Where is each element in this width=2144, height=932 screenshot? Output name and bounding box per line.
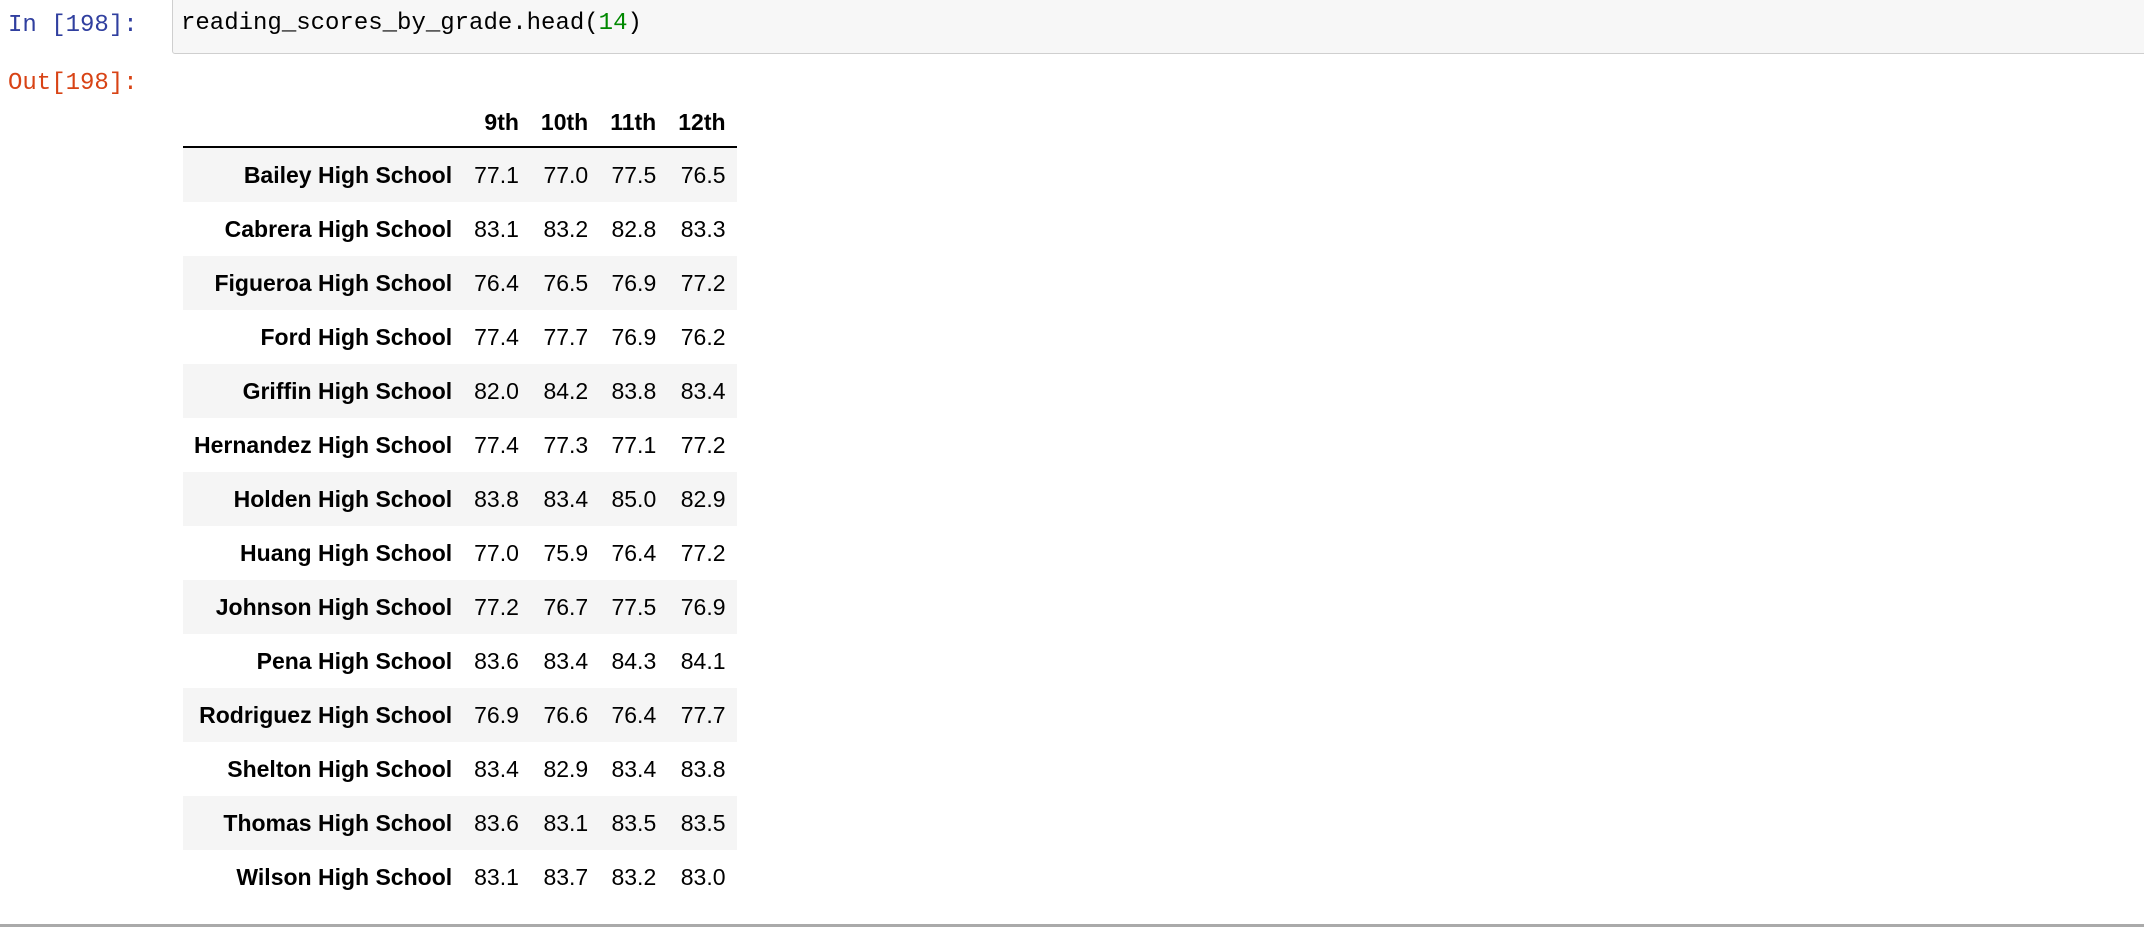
table-cell: 75.9: [543, 539, 589, 566]
code-text-suffix: ): [627, 10, 642, 37]
table-cell: 77.3: [543, 431, 589, 458]
table-cell: 83.1: [543, 809, 589, 836]
table-cell: 76.9: [474, 701, 519, 728]
table-row: Bailey High School 77.1 77.0 77.5 76.5: [183, 147, 737, 202]
header-row: 9th 10th 11th 12th: [183, 98, 737, 148]
column-header: 12th: [667, 98, 737, 148]
table-cell: 77.7: [543, 323, 589, 350]
code-argument: 14: [598, 10, 628, 37]
table-cell: 76.5: [680, 161, 726, 188]
table-cell: 83.4: [543, 485, 589, 512]
row-label: Thomas High School: [223, 809, 453, 836]
table-cell: 77.2: [474, 593, 519, 620]
table-row: Rodriguez High School 76.9 76.6 76.4 77.7: [183, 688, 737, 742]
row-label: Huang High School: [240, 539, 453, 566]
table-cell: 77.1: [611, 431, 657, 458]
table-cell: 83.4: [680, 377, 726, 404]
row-label: Johnson High School: [215, 593, 453, 620]
row-label: Wilson High School: [236, 863, 453, 890]
index-header: [183, 98, 464, 148]
table-cell: 83.7: [543, 863, 589, 890]
table-row: Figueroa High School 76.4 76.5 76.9 77.2: [183, 256, 737, 310]
row-label: Bailey High School: [243, 161, 453, 188]
table-cell: 85.0: [611, 485, 657, 512]
input-prompt: In [198]:: [8, 12, 138, 39]
table-row: Shelton High School 83.4 82.9 83.4 83.8: [183, 742, 737, 796]
table-row: Johnson High School 77.2 76.7 77.5 76.9: [183, 580, 737, 634]
table-cell: 83.0: [680, 863, 726, 890]
table-cell: 83.8: [680, 755, 726, 782]
table-cell: 83.2: [611, 863, 657, 890]
table-row: Holden High School 83.8 83.4 85.0 82.9: [183, 472, 737, 526]
table-cell: 83.4: [611, 755, 657, 782]
table-cell: 76.4: [611, 539, 657, 566]
table-row: Hernandez High School 77.4 77.3 77.1 77.2: [183, 418, 737, 472]
column-header: 10th: [529, 98, 600, 148]
table-row: Cabrera High School 83.1 83.2 82.8 83.3: [183, 202, 737, 256]
table-row: Griffin High School 82.0 84.2 83.8 83.4: [183, 364, 737, 418]
table-row: Pena High School 83.6 83.4 84.3 84.1: [183, 634, 737, 688]
table-cell: 76.4: [611, 701, 657, 728]
table-cell: 82.9: [543, 755, 589, 782]
row-label: Figueroa High School: [214, 269, 453, 296]
table-cell: 76.6: [543, 701, 589, 728]
table-cell: 77.5: [611, 593, 657, 620]
table-cell: 83.6: [474, 809, 519, 836]
row-label: Hernandez High School: [194, 431, 453, 458]
table-cell: 77.2: [680, 431, 726, 458]
code-input-area[interactable]: reading_scores_by_grade.head(14): [172, 0, 2144, 54]
table-cell: 83.8: [611, 377, 657, 404]
table-cell: 76.7: [543, 593, 589, 620]
row-label: Pena High School: [256, 647, 453, 674]
table-cell: 83.6: [474, 647, 519, 674]
table-cell: 77.1: [474, 161, 519, 188]
table-cell: 84.3: [611, 647, 657, 674]
table-cell: 83.5: [680, 809, 726, 836]
table-cell: 76.4: [474, 269, 519, 296]
table-cell: 77.2: [680, 269, 726, 296]
table-cell: 76.2: [680, 323, 726, 350]
row-label: Holden High School: [233, 485, 453, 512]
row-label: Griffin High School: [242, 377, 453, 404]
table-cell: 77.5: [611, 161, 657, 188]
code-line: reading_scores_by_grade.head(14): [181, 10, 642, 37]
table-row: Thomas High School 83.6 83.1 83.5 83.5: [183, 796, 737, 850]
table-cell: 76.9: [611, 269, 657, 296]
table-row: Wilson High School 83.1 83.7 83.2 83.0: [183, 850, 737, 904]
table-cell: 83.8: [474, 485, 519, 512]
table-cell: 83.4: [543, 647, 589, 674]
row-label: Ford High School: [260, 323, 453, 350]
table-cell: 82.8: [611, 215, 657, 242]
table-cell: 76.9: [680, 593, 726, 620]
table-cell: 77.4: [474, 431, 519, 458]
table-cell: 76.9: [611, 323, 657, 350]
table-cell: 77.4: [474, 323, 519, 350]
table-cell: 77.0: [474, 539, 519, 566]
row-label: Rodriguez High School: [199, 701, 453, 728]
column-header: 9th: [463, 98, 530, 148]
table-cell: 83.1: [474, 215, 519, 242]
table-cell: 83.2: [543, 215, 589, 242]
row-label: Shelton High School: [227, 755, 453, 782]
dataframe-table: 9th 10th 11th 12th Bailey High School 77.…: [183, 98, 737, 904]
table-cell: 83.1: [474, 863, 519, 890]
row-label: Cabrera High School: [224, 215, 453, 242]
output-prompt: Out[198]:: [8, 70, 138, 97]
table-cell: 82.0: [474, 377, 519, 404]
cell-divider: [0, 924, 2144, 927]
table-cell: 84.2: [543, 377, 589, 404]
table-cell: 83.5: [611, 809, 657, 836]
table-cell: 83.4: [474, 755, 519, 782]
code-text: reading_scores_by_grade.head(: [181, 10, 599, 37]
table-cell: 77.2: [680, 539, 726, 566]
table-cell: 77.7: [680, 701, 726, 728]
table-cell: 83.3: [680, 215, 726, 242]
table-cell: 84.1: [680, 647, 726, 674]
column-header: 11th: [599, 98, 668, 148]
table-cell: 82.9: [680, 485, 726, 512]
table-cell: 77.0: [543, 161, 589, 188]
table-cell: 76.5: [543, 269, 589, 296]
table-row: Huang High School 77.0 75.9 76.4 77.2: [183, 526, 737, 580]
table-row: Ford High School 77.4 77.7 76.9 76.2: [183, 310, 737, 364]
